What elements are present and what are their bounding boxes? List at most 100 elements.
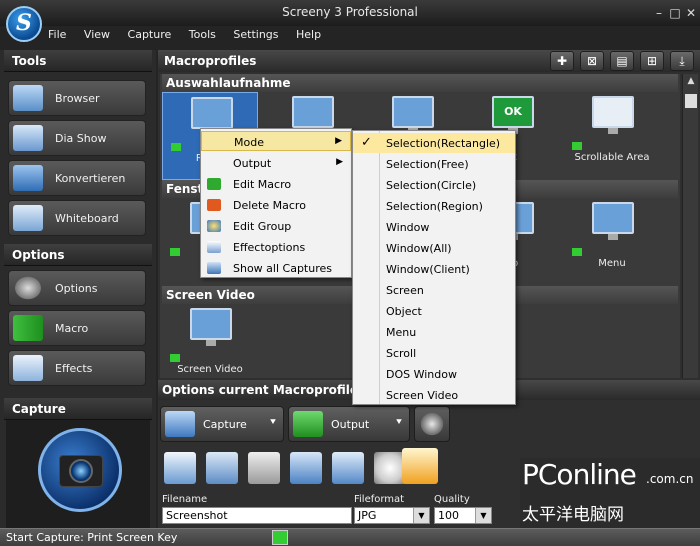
menu-item-label: Mode: [234, 136, 264, 149]
macro-tile-scrollable-area[interactable]: Scrollable Area: [564, 92, 660, 180]
grid-scrollbar[interactable]: ▲: [682, 74, 698, 378]
macro-settings-button[interactable]: [414, 406, 450, 442]
download-icon: [170, 248, 180, 256]
whiteboard-icon: [13, 205, 43, 231]
options-label: Options: [55, 282, 98, 295]
submenu-label: Window: [386, 221, 430, 234]
tile-label: Menu: [598, 258, 626, 269]
mode-selection-circle[interactable]: Selection(Circle): [353, 175, 515, 195]
sidebar: Tools Browser Dia Show Konvertieren Whit…: [0, 50, 156, 528]
mode-window-all[interactable]: Window(All): [353, 238, 515, 258]
mode-window-client[interactable]: Window(Client): [353, 259, 515, 279]
menu-item-show-all-captures[interactable]: Show all Captures: [201, 258, 351, 278]
grid-view-button[interactable]: ⊞: [640, 51, 664, 71]
macro-tile-screen-video[interactable]: Screen Video: [162, 304, 258, 392]
submenu-label: Screen: [386, 284, 424, 297]
menu-help[interactable]: Help: [296, 28, 321, 41]
mode-menu[interactable]: Menu: [353, 322, 515, 342]
close-button[interactable]: ✕: [684, 6, 698, 20]
menu-item-edit-group[interactable]: Edit Group: [201, 216, 351, 236]
mode-screen-video[interactable]: Screen Video: [353, 385, 515, 405]
chevron-down-icon[interactable]: ▼: [475, 508, 491, 523]
monitor-icon: [592, 96, 634, 128]
menu-item-delete-macro[interactable]: Delete Macro: [201, 195, 351, 215]
app-logo-icon[interactable]: S: [6, 6, 42, 42]
macro-label: Macro: [55, 322, 89, 335]
menu-item-label: Output: [233, 157, 272, 170]
menu-view[interactable]: View: [84, 28, 110, 41]
macro-tile-menu[interactable]: Menu: [564, 198, 660, 286]
maximize-button[interactable]: □: [668, 6, 682, 20]
monitor-icon: [392, 96, 434, 128]
capture-panel: [6, 420, 150, 528]
menu-item-label: Show all Captures: [233, 262, 332, 275]
filename-input[interactable]: Screenshot: [162, 507, 352, 524]
title-bar[interactable]: Screeny 3 Professional – □ ✕: [0, 0, 700, 26]
window-frame-icon[interactable]: [164, 452, 196, 484]
chevron-down-icon: ⯆: [269, 417, 277, 428]
fileformat-select[interactable]: JPG ▼: [354, 507, 430, 524]
paint-bucket-icon[interactable]: [402, 448, 438, 484]
scroll-thumb[interactable]: [685, 94, 697, 108]
options-section-title: Options: [4, 244, 152, 266]
tile-label: Scrollable Area: [574, 152, 650, 163]
dia-show-button[interactable]: Dia Show: [8, 120, 146, 156]
cursor-icon[interactable]: [248, 452, 280, 484]
output-button[interactable]: Output ⯆: [288, 406, 410, 442]
whiteboard-button[interactable]: Whiteboard: [8, 200, 146, 236]
settings-profile-button[interactable]: ⊠: [580, 51, 604, 71]
monitor-icon: [191, 97, 233, 129]
ok-monitor-icon: OK: [492, 96, 534, 128]
check-icon: ✓: [361, 135, 372, 150]
convert-icon: [13, 165, 43, 191]
quality-select[interactable]: 100 ▼: [434, 507, 492, 524]
menu-item-mode[interactable]: Mode ▶: [201, 131, 351, 151]
submenu-label: Selection(Circle): [386, 179, 477, 192]
timer-icon[interactable]: [290, 452, 322, 484]
browser-icon: [13, 85, 43, 111]
filename-label: Filename: [162, 494, 208, 505]
mode-selection-region[interactable]: Selection(Region): [353, 196, 515, 216]
options-button[interactable]: Options: [8, 270, 146, 306]
chevron-down-icon[interactable]: ▼: [413, 508, 429, 523]
save-profile-button[interactable]: ▤: [610, 51, 634, 71]
macro-button[interactable]: Macro: [8, 310, 146, 346]
menu-tools[interactable]: Tools: [189, 28, 216, 41]
menu-item-effectoptions[interactable]: Effectoptions: [201, 237, 351, 257]
watermark-chinese: 太平洋电脑网: [522, 505, 624, 525]
add-profile-button[interactable]: ✚: [550, 51, 574, 71]
monitor-icon: [292, 96, 334, 128]
status-indicator-icon: [272, 530, 288, 545]
mode-screen[interactable]: Screen: [353, 280, 515, 300]
display-icon[interactable]: [332, 452, 364, 484]
capture-camera-button[interactable]: [38, 428, 122, 512]
menu-item-edit-macro[interactable]: Edit Macro: [201, 174, 351, 194]
group-header[interactable]: Auswahlaufnahme: [162, 74, 678, 92]
browser-button[interactable]: Browser: [8, 80, 146, 116]
scroll-up-icon[interactable]: ▲: [685, 76, 697, 88]
capture-icon: [165, 411, 195, 437]
download-icon: [170, 354, 180, 362]
effects-icon: [13, 355, 43, 381]
mode-window[interactable]: Window: [353, 217, 515, 237]
submenu-label: Window(Client): [386, 263, 470, 276]
mode-object[interactable]: Object: [353, 301, 515, 321]
menu-item-label: Delete Macro: [233, 199, 306, 212]
menu-settings[interactable]: Settings: [233, 28, 278, 41]
tile-label: Screen Video: [177, 364, 243, 375]
download-icon: [572, 142, 582, 150]
effects-button[interactable]: Effects: [8, 350, 146, 386]
mode-selection-free[interactable]: Selection(Free): [353, 154, 515, 174]
mode-scroll[interactable]: Scroll: [353, 343, 515, 363]
capture-mode-button[interactable]: Capture ⯆: [160, 406, 284, 442]
group-icon: [207, 220, 221, 232]
minimize-button[interactable]: –: [652, 6, 666, 20]
konvertieren-button[interactable]: Konvertieren: [8, 160, 146, 196]
menu-capture[interactable]: Capture: [128, 28, 172, 41]
menu-file[interactable]: File: [48, 28, 66, 41]
mode-dos-window[interactable]: DOS Window: [353, 364, 515, 384]
download-profile-button[interactable]: ⤓: [670, 51, 694, 71]
mode-selection-rectangle[interactable]: ✓ Selection(Rectangle): [353, 133, 515, 153]
screen-frame-icon[interactable]: [206, 452, 238, 484]
menu-item-output[interactable]: Output ▶: [201, 153, 351, 173]
